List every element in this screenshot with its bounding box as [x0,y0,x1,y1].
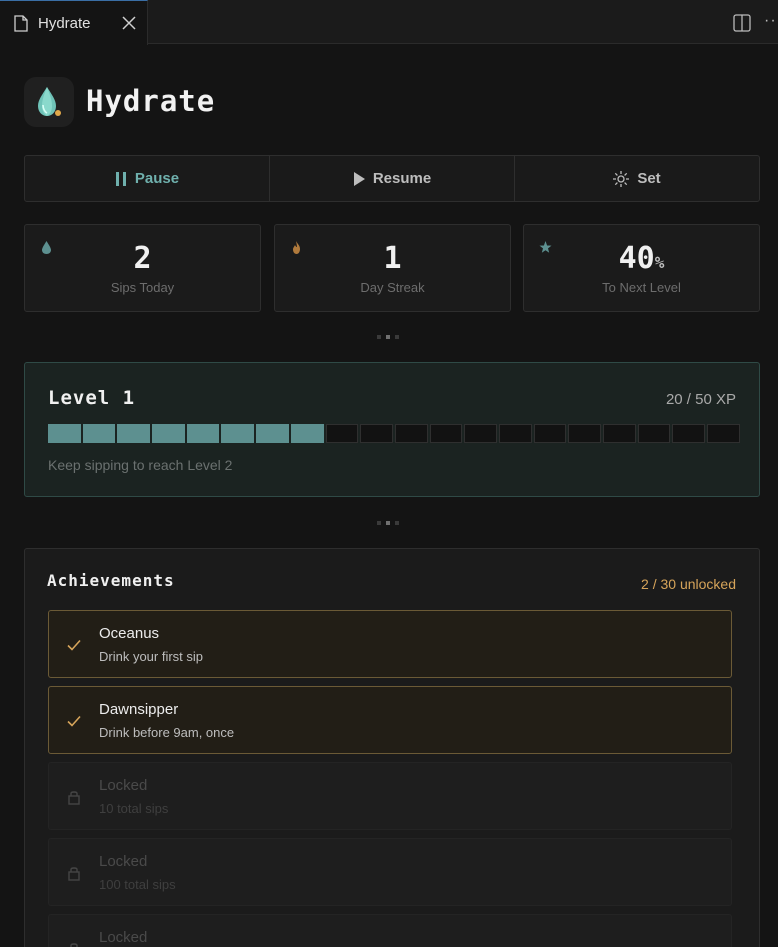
pause-label: Pause [134,170,180,187]
lock-icon [70,943,78,947]
xp-segment-filled [221,424,255,443]
stat-value: 2 [133,241,152,276]
achievements-count: 2 / 30 unlocked [641,576,736,592]
xp-segment-empty [394,424,428,443]
split-editor-icon[interactable] [733,14,751,32]
tab-label: Hydrate [38,14,91,32]
stat-day-streak: 1 Day Streak [274,224,511,312]
more-actions-icon[interactable]: ··· [764,12,778,30]
achievement-item-locked: Locked 10 total sips [48,762,732,830]
achievement-item: Dawnsipper Drink before 9am, once [48,686,732,754]
play-icon [353,171,365,186]
xp-segment-empty [498,424,532,443]
achievement-desc: 100 total sips [99,877,176,892]
file-icon [14,14,28,32]
xp-segment-empty [533,424,567,443]
set-button[interactable]: Set [514,156,759,201]
xp-segment-filled [48,424,81,443]
app-title: Hydrate [86,84,216,118]
stat-label: Sips Today [110,280,175,295]
stat-next-level: 40% To Next Level [523,224,760,312]
close-icon[interactable] [121,15,137,31]
app-logo [24,77,74,127]
xp-segment-empty [707,424,740,443]
achievement-name: Oceanus [99,625,160,642]
achievement-name: Locked [99,853,148,870]
achievement-desc: 10 total sips [99,801,169,816]
divider-dots [377,521,407,525]
stat-label: Day Streak [360,280,425,295]
set-label: Set [637,170,661,187]
xp-segment-empty [429,424,463,443]
achievements-card: Achievements 2 / 30 unlocked Oceanus Dri… [24,548,760,947]
achievement-name: Locked [99,777,148,794]
xp-segment-empty [325,424,359,443]
water-drop-logo-icon [38,87,61,116]
resume-label: Resume [372,170,432,187]
check-icon [67,639,81,651]
pause-button[interactable]: Pause [25,156,269,201]
xp-segment-empty [464,424,497,443]
achievement-desc: Drink your first sip [99,649,204,664]
achievements-title: Achievements [47,571,175,590]
stat-sips-today: 2 Sips Today [24,224,261,312]
tab-hydrate[interactable]: Hydrate [0,0,148,45]
level-hint: Keep sipping to reach Level 2 [48,457,233,473]
xp-segment-filled [117,424,151,443]
xp-segment-filled [186,424,220,443]
lock-icon [68,791,80,805]
lock-icon [68,867,80,881]
xp-segment-filled [152,424,185,443]
achievement-item: Oceanus Drink your first sip [48,610,732,678]
tab-bar: Hydrate ··· [0,0,778,45]
xp-segment-filled [290,424,324,443]
stat-value: 1 [383,241,402,276]
sun-gear-icon [613,170,630,187]
level-card: Level 1 20 / 50 XP Keep sipping to reach… [24,362,760,497]
controls-bar: Pause Resume Set [24,155,760,202]
achievement-name: Dawnsipper [99,701,179,718]
xp-label: 20 / 50 XP [665,391,736,408]
resume-button[interactable]: Resume [269,156,514,201]
check-icon [67,715,81,727]
pause-icon [115,171,126,186]
stat-value: 40% [618,241,665,276]
xp-segment-empty [637,424,671,443]
xp-segment-empty [568,424,601,443]
achievement-desc: Drink before 9am, once [99,725,235,740]
level-title: Level 1 [48,387,136,409]
xp-segment-empty [360,424,393,443]
xp-segment-filled [256,424,289,443]
achievement-item-locked: Locked 100 total sips [48,838,732,906]
xp-progress-bar [48,424,740,443]
achievement-name: Locked [99,929,148,946]
divider-dots [377,335,407,339]
achievement-item-locked: Locked [48,914,732,947]
stat-label: To Next Level [602,280,681,295]
xp-segment-filled [82,424,116,443]
xp-segment-empty [603,424,636,443]
xp-segment-empty [672,424,706,443]
